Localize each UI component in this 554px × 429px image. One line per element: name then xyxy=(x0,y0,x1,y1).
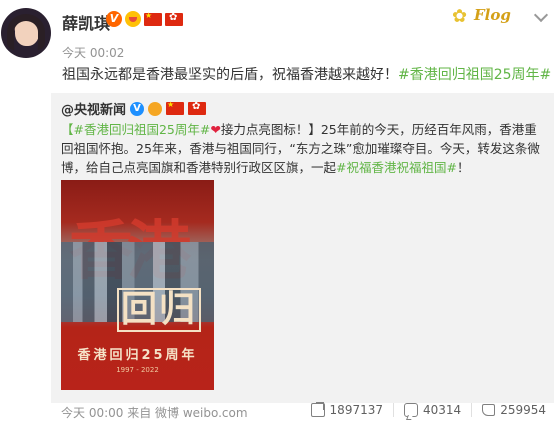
like-button[interactable]: 259954 xyxy=(482,403,546,417)
poster-image[interactable]: 香港 回归 香港回归25周年 1997 - 2022 xyxy=(61,180,214,390)
divider xyxy=(393,403,394,417)
share-icon xyxy=(310,403,325,417)
poster-caption: 香港回归25周年 xyxy=(77,348,198,363)
like-count: 259954 xyxy=(500,403,546,417)
comment-count: 40314 xyxy=(423,403,462,417)
chevron-down-icon[interactable] xyxy=(533,7,549,23)
china-flag-icon xyxy=(166,100,185,115)
poster-years: 1997 - 2022 xyxy=(116,366,159,374)
china-flag-icon xyxy=(144,11,162,26)
repost-footer[interactable]: 今天 00:00 来自 微博 weibo.com xyxy=(61,404,248,421)
user-badges: V xyxy=(106,11,183,27)
repost-hashtag-2[interactable]: #祝福香港祝福祖国# xyxy=(336,160,457,175)
heart-icon: ❤ xyxy=(210,122,221,137)
poster-huigui: 回归 xyxy=(117,288,202,332)
verified-badge-icon[interactable]: V xyxy=(106,11,122,27)
post-hashtag[interactable]: #香港回归祖国25周年# xyxy=(398,67,551,83)
decoration-card-icon: ✿ Flog xyxy=(452,2,520,32)
post-timestamp[interactable]: 今天 00:02 xyxy=(62,44,124,61)
member-emoji-icon xyxy=(125,11,141,27)
like-icon xyxy=(482,404,496,416)
share-count: 1897137 xyxy=(329,403,383,417)
verified-blue-icon: V xyxy=(130,101,145,116)
post-text: 祖国永远都是香港最坚实的后盾，祝福香港越来越好！#香港回归祖国25周年# xyxy=(62,64,551,84)
hk-flag-icon xyxy=(188,101,207,115)
repost-author-name[interactable]: @央视新闻 xyxy=(61,99,126,118)
repost-body-end: ！ xyxy=(456,160,470,175)
decoration-text: Flog xyxy=(474,6,511,24)
username[interactable]: 薛凯琪 xyxy=(62,10,110,34)
comment-icon xyxy=(404,403,418,417)
avatar[interactable] xyxy=(1,8,51,58)
flower-icon: ✿ xyxy=(452,6,468,27)
share-button[interactable]: 1897137 xyxy=(310,403,383,417)
comment-button[interactable]: 40314 xyxy=(404,403,461,417)
repost-text: 【#香港回归祖国25周年#❤接力点亮图标！】25年前的今天，历经百年风雨，香港重… xyxy=(61,120,547,177)
repost-author: @央视新闻 V xyxy=(61,99,207,118)
repost-stats: 1897137 40314 259954 xyxy=(310,403,546,417)
divider xyxy=(471,403,473,417)
post-body: 祖国永远都是香港最坚实的后盾，祝福香港越来越好！ xyxy=(62,67,398,83)
hk-flag-icon xyxy=(165,12,183,26)
repost-card: @央视新闻 V 【#香港回归祖国25周年#❤接力点亮图标！】25年前的今天，历经… xyxy=(51,93,554,420)
repost-hashtag-1[interactable]: 【#香港回归祖国25周年# xyxy=(61,122,210,137)
gold-badge-icon xyxy=(148,101,163,116)
